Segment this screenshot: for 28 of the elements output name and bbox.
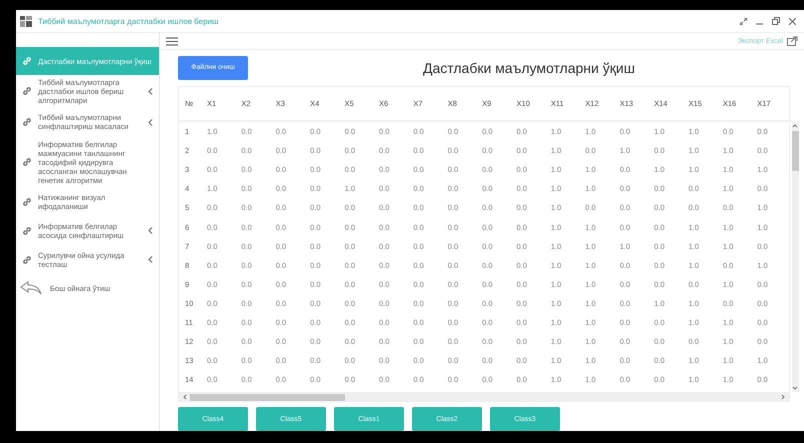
link-icon [22,157,32,167]
link-icon [22,117,32,127]
link-icon [22,254,32,264]
grid-icon [20,16,32,26]
chevron-icon [148,88,153,94]
scroll-up-icon[interactable] [792,124,798,128]
link-icon [22,56,32,66]
scroll-right-icon[interactable] [781,394,785,400]
vertical-scrollbar[interactable] [792,122,799,392]
chevron-icon [148,227,153,234]
chevron-icon [148,256,153,263]
menu-icon[interactable] [166,36,178,46]
page-heading: Дастлабки маълумотларни ўқиш [423,60,635,76]
scroll-thumb[interactable] [792,131,799,171]
close-icon[interactable] [789,18,796,24]
chevron-icon [148,118,153,126]
scroll-thumb[interactable] [190,394,345,400]
window-title: Тиббий маълумотларга дастлабки ишлов бериш [38,16,218,26]
expand-icon[interactable] [740,18,747,24]
horizontal-scrollbar[interactable] [179,392,789,402]
restore-icon[interactable] [772,17,780,25]
link-icon [22,196,32,206]
scroll-down-icon[interactable] [792,386,798,390]
export-icon[interactable] [787,36,798,46]
link-icon [22,226,32,236]
back-arrow-icon [20,281,42,295]
scroll-left-icon[interactable] [183,394,187,400]
link-icon [22,86,32,96]
